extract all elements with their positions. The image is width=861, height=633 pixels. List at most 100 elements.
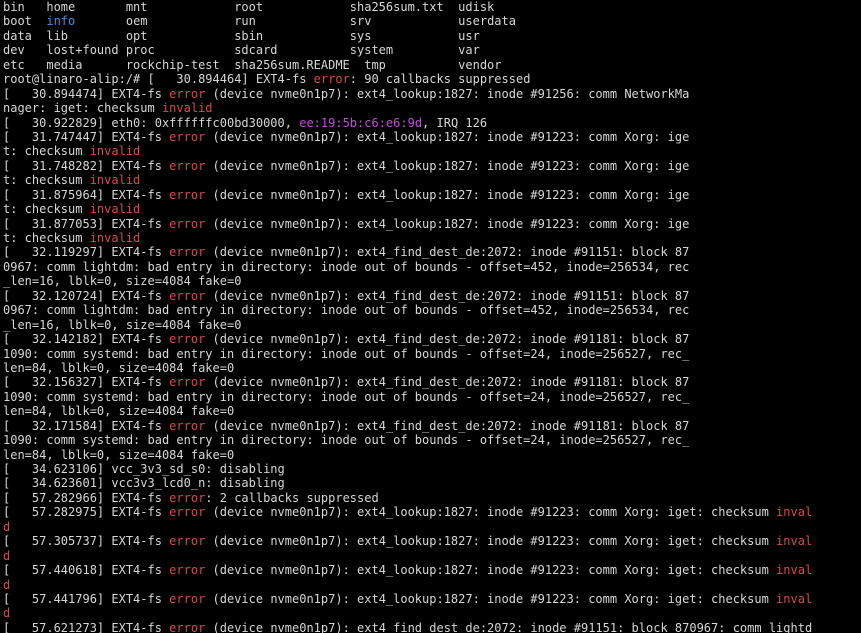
terminal-text: [ 57.441796] EXT4-fs xyxy=(3,591,170,606)
terminal-line: d xyxy=(3,520,861,534)
terminal-line: _len=16, lblk=0, size=4084 fake=0 xyxy=(3,274,861,288)
terminal-line: len=84, lblk=0, size=4084 fake=0 xyxy=(3,448,861,462)
error-keyword: d xyxy=(3,548,11,563)
terminal-text: len=84, lblk=0, size=4084 fake=0 xyxy=(3,404,235,419)
terminal-line: [ 32.171584] EXT4-fs error (device nvme0… xyxy=(3,419,861,433)
terminal-text: t: checksum xyxy=(3,231,90,245)
error-keyword: error xyxy=(169,187,206,202)
terminal-text: , IRQ 126 xyxy=(422,115,488,130)
terminal-line: [ 30.894474] EXT4-fs error (device nvme0… xyxy=(3,87,861,101)
terminal-text: _len=16, lblk=0, size=4084 fake=0 xyxy=(3,274,242,289)
error-keyword: error xyxy=(169,332,206,347)
terminal-line: 1090: comm systemd: bad entry in directo… xyxy=(3,347,861,361)
terminal-text: : 90 callbacks suppressed xyxy=(349,72,531,87)
terminal-line: [ 57.282966] EXT4-fs error: 2 callbacks … xyxy=(3,491,861,505)
terminal-text: (device nvme0n1p7): ext4_lookup:1827: in… xyxy=(205,216,690,231)
error-keyword: error xyxy=(169,245,206,260)
terminal-text: _len=16, lblk=0, size=4084 fake=0 xyxy=(3,317,242,332)
terminal-line: [ 57.282975] EXT4-fs error (device nvme0… xyxy=(3,505,861,519)
terminal-line: nager: iget: checksum invalid xyxy=(3,101,861,115)
terminal-text: [ 31.877053] EXT4-fs xyxy=(3,216,170,231)
terminal-line: t: checksum invalid xyxy=(3,144,861,158)
terminal-line: [ 31.877053] EXT4-fs error (device nvme0… xyxy=(3,217,861,231)
terminal-text: (device nvme0n1p7): ext4_lookup:1827: in… xyxy=(205,158,690,173)
terminal-line: data lib opt sbin sys usr xyxy=(3,29,861,43)
mac-address: ee:19:5b:c6:e6:9d xyxy=(299,115,423,130)
terminal-line: t: checksum invalid xyxy=(3,202,861,216)
terminal-line: 1090: comm systemd: bad entry in directo… xyxy=(3,390,861,404)
terminal-line: [ 57.305737] EXT4-fs error (device nvme0… xyxy=(3,534,861,548)
terminal-text: oem run srv userdata xyxy=(75,14,516,29)
terminal-text: (device nvme0n1p7): ext4_lookup:1827: in… xyxy=(205,591,777,606)
terminal-line: [ 31.747447] EXT4-fs error (device nvme0… xyxy=(3,130,861,144)
error-keyword: error xyxy=(169,591,206,606)
terminal-text: nager: iget: checksum xyxy=(3,101,162,116)
terminal-text: [ 57.282975] EXT4-fs xyxy=(3,505,170,520)
terminal-text: boot xyxy=(3,14,47,29)
terminal-text: [ 57.305737] EXT4-fs xyxy=(3,534,170,549)
error-keyword: invalid xyxy=(89,144,141,159)
error-keyword: invalid xyxy=(89,202,141,217)
terminal-text: (device nvme0n1p7): ext4_lookup:1827: in… xyxy=(205,129,690,144)
terminal-text: 0967: comm lightdm: bad entry in directo… xyxy=(3,303,690,318)
terminal-line: t: checksum invalid xyxy=(3,173,861,187)
terminal-text: len=84, lblk=0, size=4084 fake=0 xyxy=(3,360,235,375)
terminal-text: 1090: comm systemd: bad entry in directo… xyxy=(3,346,690,361)
error-keyword: error xyxy=(169,490,206,505)
terminal-output[interactable]: bin home mnt root sha256sum.txt udisk boo… xyxy=(0,0,861,633)
terminal-text: [ 32.171584] EXT4-fs xyxy=(3,418,170,433)
terminal-text: [ 32.120724] EXT4-fs xyxy=(3,288,170,303)
terminal-line: 1090: comm systemd: bad entry in directo… xyxy=(3,433,861,447)
error-keyword: error xyxy=(169,288,206,303)
terminal-text: (device nvme0n1p7): ext4_lookup:1827: in… xyxy=(205,505,777,520)
error-keyword: invalid xyxy=(89,231,141,245)
terminal-line: 0967: comm lightdm: bad entry in directo… xyxy=(3,260,861,274)
terminal-line: [ 34.623601] vcc3v3_lcd0_n: disabling xyxy=(3,476,861,490)
error-keyword: error xyxy=(169,418,206,433)
error-keyword: invalid xyxy=(161,101,213,116)
terminal-line: boot info oem run srv userdata xyxy=(3,14,861,28)
terminal-text: (device nvme0n1p7): ext4_lookup:1827: in… xyxy=(205,187,690,202)
terminal-line: root@linaro-alip:/# [ 30.894464] EXT4-fs… xyxy=(3,72,861,86)
terminal-text: t: checksum xyxy=(3,173,90,188)
terminal-text: root@linaro-alip:/# [ 30.894464] EXT4-fs xyxy=(3,72,314,87)
terminal-line: t: checksum invalid xyxy=(3,231,861,245)
terminal-text: [ 57.621273] EXT4-fs xyxy=(3,620,170,633)
terminal-text: [ 32.156327] EXT4-fs xyxy=(3,375,170,390)
error-keyword: error xyxy=(313,72,350,87)
error-keyword: error xyxy=(169,158,206,173)
terminal-line: len=84, lblk=0, size=4084 fake=0 xyxy=(3,361,861,375)
terminal-line: [ 57.440618] EXT4-fs error (device nvme0… xyxy=(3,563,861,577)
terminal-text: t: checksum xyxy=(3,202,90,217)
error-keyword: error xyxy=(169,216,206,231)
terminal-text: (device nvme0n1p7): ext4_lookup:1827: in… xyxy=(205,563,777,578)
terminal-text: [ 34.623601] vcc3v3_lcd0_n: disabling xyxy=(3,476,285,491)
terminal-text: (device nvme0n1p7): ext4_find_dest_de:20… xyxy=(205,332,690,347)
terminal-text: 1090: comm systemd: bad entry in directo… xyxy=(3,389,690,404)
terminal-line: dev lost+found proc sdcard system var xyxy=(3,43,861,57)
terminal-line: [ 57.441796] EXT4-fs error (device nvme0… xyxy=(3,592,861,606)
error-keyword: error xyxy=(169,620,206,633)
terminal-text: [ 57.282966] EXT4-fs xyxy=(3,490,170,505)
error-keyword: inval xyxy=(776,563,813,578)
directory-name: info xyxy=(46,14,76,29)
terminal-line: [ 34.623106] vcc_3v3_sd_s0: disabling xyxy=(3,462,861,476)
error-keyword: error xyxy=(169,86,206,101)
terminal-text: (device nvme0n1p7): ext4_lookup:1827: in… xyxy=(205,534,777,549)
error-keyword: error xyxy=(169,375,206,390)
terminal-line: [ 31.748282] EXT4-fs error (device nvme0… xyxy=(3,159,861,173)
error-keyword: inval xyxy=(776,591,813,606)
terminal-text: [ 31.748282] EXT4-fs xyxy=(3,158,170,173)
terminal-text: t: checksum xyxy=(3,144,90,159)
terminal-text: data lib opt sbin sys usr xyxy=(3,28,480,43)
terminal-line: [ 31.875964] EXT4-fs error (device nvme0… xyxy=(3,188,861,202)
terminal-line: len=84, lblk=0, size=4084 fake=0 xyxy=(3,404,861,418)
terminal-text: [ 30.922829] eth0: 0xffffffc00bd30000, xyxy=(3,115,300,130)
terminal-text: (device nvme0n1p7): ext4_find_dest_de:20… xyxy=(205,288,690,303)
terminal-text: : 2 callbacks suppressed xyxy=(205,490,379,505)
error-keyword: d xyxy=(3,519,11,534)
terminal-text: [ 32.119297] EXT4-fs xyxy=(3,245,170,260)
error-keyword: inval xyxy=(776,505,813,520)
terminal-line: [ 32.120724] EXT4-fs error (device nvme0… xyxy=(3,289,861,303)
terminal-line: d xyxy=(3,549,861,563)
